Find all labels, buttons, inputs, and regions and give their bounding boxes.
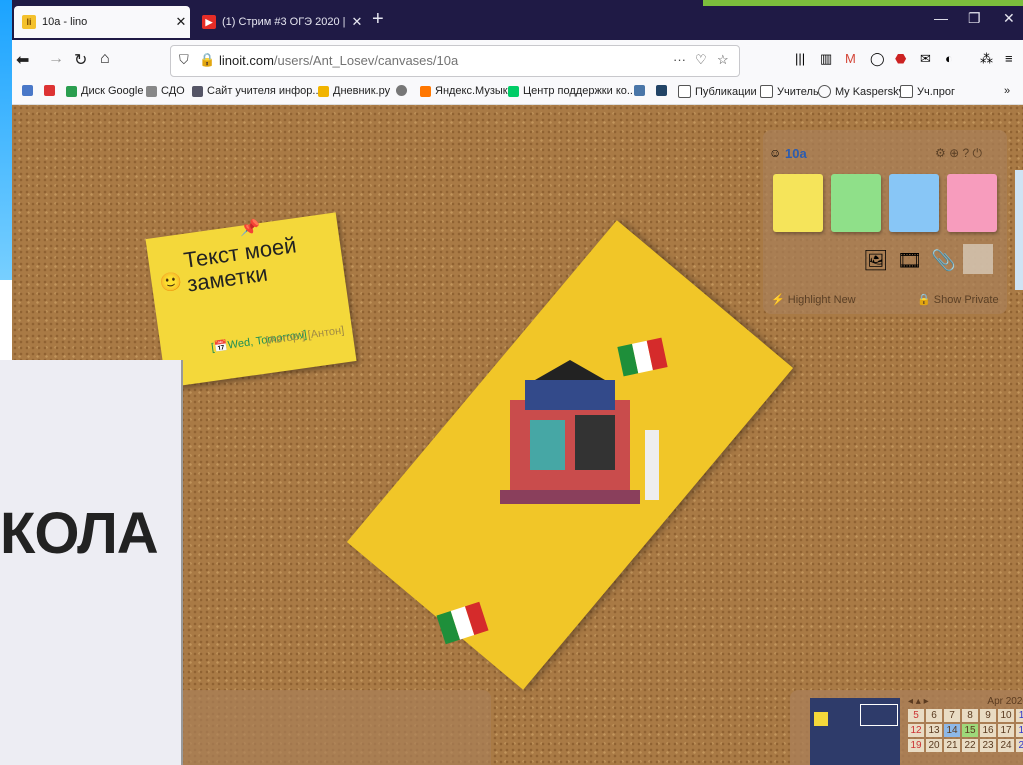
attachment-icon[interactable]: 📎 (931, 248, 956, 273)
minimap-panel: ◂ ▴ ▸ Apr 2020 567891011 12131415161718 1… (790, 690, 1023, 765)
more-actions-icon[interactable]: ··· (673, 52, 686, 67)
bookmark-icon[interactable] (634, 85, 649, 96)
back-icon[interactable]: ⬅ (16, 50, 29, 70)
pushpin-icon: 📌 (240, 220, 260, 237)
close-tab-icon[interactable]: ✕ (348, 14, 366, 30)
sidebar-icon[interactable]: ▥ (820, 51, 832, 67)
photo-icon[interactable]: 🖼 (863, 248, 888, 273)
tab-title: 10a - lino (42, 16, 88, 28)
library-icon[interactable]: ||| (795, 51, 805, 66)
bookmark-icon[interactable] (656, 85, 671, 96)
mail-icon[interactable]: ✉ (920, 51, 931, 67)
bookmark-item[interactable] (396, 85, 411, 96)
extension-icon[interactable]: ◯ (870, 51, 885, 67)
bookmark-folder[interactable]: Публикации (678, 85, 757, 98)
close-tab-icon[interactable]: ✕ (172, 14, 190, 30)
canvas-title: 10a (785, 146, 807, 161)
bookmark-icon[interactable] (22, 85, 37, 96)
yellow-sticky-swatch[interactable] (773, 174, 823, 232)
overlay-text: КОЛА (0, 501, 159, 566)
new-tab-icon[interactable]: + (372, 8, 384, 31)
youtube-favicon-icon: ▶ (202, 15, 216, 29)
url-bar[interactable]: ⛉ 🔒 linoit.com/users/Ant_Losev/canvases/… (170, 45, 740, 77)
bookmark-item[interactable]: Центр поддержки ко... (508, 85, 636, 97)
canvas-panel: ☺ 10a ⚙ ⊕ ? ⏻ 🖼 🎞 📎 ⚡ Highlight New 🔒 Sh… (763, 130, 1007, 314)
lock-icon[interactable]: 🔒 (199, 52, 215, 68)
bookmark-item[interactable]: Диск Google (66, 85, 143, 97)
url-text[interactable]: linoit.com/users/Ant_Losev/canvases/10a (219, 53, 458, 68)
kaspersky-icon[interactable]: ◐ (945, 51, 953, 66)
highlight-new-toggle[interactable]: ⚡ Highlight New (771, 293, 856, 306)
bookmark-icon[interactable] (44, 85, 59, 96)
bookmark-folder[interactable]: Учитель (760, 85, 819, 98)
overlay-window: КОЛА (0, 360, 183, 765)
menu-icon[interactable]: ≡ (1005, 51, 1013, 66)
tab-bar: li 10a - lino ✕ ▶ (1) Стрим #3 ОГЭ 2020 … (0, 0, 1023, 40)
calendar-week: 12131415161718 (908, 724, 1023, 737)
close-window-icon[interactable]: ✕ (1003, 10, 1015, 27)
note-title: Текст моей заметки (182, 232, 298, 297)
tab-youtube[interactable]: ▶ (1) Стрим #3 ОГЭ 2020 | Консу ✕ (194, 6, 366, 38)
maximize-icon[interactable]: ❐ (968, 10, 981, 27)
settings-icons[interactable]: ⚙ ⊕ ? ⏻ (935, 146, 982, 161)
bookmark-item[interactable]: СДО (146, 85, 185, 97)
green-sticky-swatch[interactable] (831, 174, 881, 232)
blank-note-icon[interactable] (963, 244, 993, 274)
minimize-icon[interactable]: — (934, 10, 948, 26)
bookmark-item[interactable]: Дневник.ру (318, 85, 390, 97)
forward-icon[interactable]: → (48, 50, 64, 68)
adblock-icon[interactable]: ⬣ (895, 51, 906, 67)
tab-title: (1) Стрим #3 ОГЭ 2020 | Консу (222, 16, 348, 28)
bookmark-folder[interactable]: Уч.прог (900, 85, 955, 98)
calendar: ◂ ▴ ▸ Apr 2020 567891011 12131415161718 1… (908, 696, 1023, 752)
calendar-nav-icons[interactable]: ◂ ▴ ▸ (908, 696, 929, 707)
more-bookmarks-icon[interactable]: » (1004, 85, 1010, 97)
canvas-icon: ☺ (769, 146, 782, 160)
bottom-tray[interactable] (181, 690, 491, 765)
gmail-icon[interactable]: M (845, 51, 856, 66)
calendar-month: Apr 2020 (987, 696, 1023, 707)
desktop-background (0, 0, 12, 280)
pink-sticky-swatch[interactable] (947, 174, 997, 232)
shield-icon[interactable]: ⛉ (179, 52, 189, 68)
bookmark-item[interactable]: My Kaspersky (818, 85, 904, 98)
calendar-week: 19202122232425 (908, 739, 1023, 752)
pocket-icon[interactable]: ♡ (695, 52, 707, 68)
calendar-week: 567891011 (908, 709, 1023, 722)
bookmark-item[interactable]: Яндекс.Музыка (420, 85, 514, 97)
side-tab[interactable] (1015, 170, 1023, 290)
bookmarks-bar: Диск Google СДО Сайт учителя инфор... Дн… (0, 80, 1023, 105)
desktop-background (703, 0, 1023, 6)
smiley-icon: 🙂 (158, 270, 184, 294)
extensions-icon[interactable]: ⁂ (980, 51, 993, 67)
video-icon[interactable]: 🎞 (897, 248, 922, 273)
lino-favicon-icon: li (22, 15, 36, 29)
reload-icon[interactable]: ↻ (74, 50, 87, 70)
blue-sticky-swatch[interactable] (889, 174, 939, 232)
show-private-toggle[interactable]: 🔒 Show Private (917, 293, 999, 306)
bookmark-star-icon[interactable]: ☆ (717, 52, 729, 68)
bookmark-item[interactable]: Сайт учителя инфор... (192, 85, 322, 97)
home-icon[interactable]: ⌂ (100, 50, 110, 68)
minimap[interactable] (810, 698, 900, 765)
tab-lino[interactable]: li 10a - lino ✕ (14, 6, 190, 38)
